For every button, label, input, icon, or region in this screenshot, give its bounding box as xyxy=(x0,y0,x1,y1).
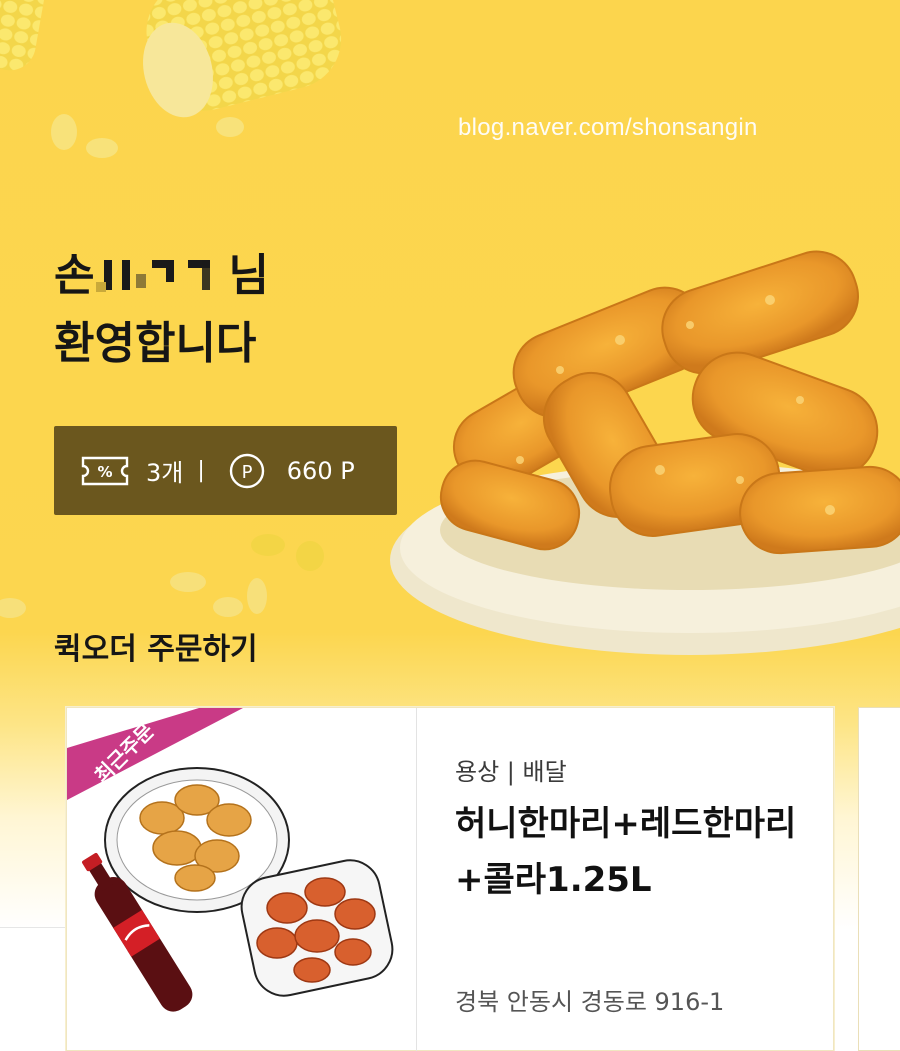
greeting-name-suffix: 님 xyxy=(228,250,269,301)
greeting-name-prefix: 손 xyxy=(54,250,95,301)
svg-text:P: P xyxy=(241,462,252,483)
store-and-type: 용상 | 배달 xyxy=(455,758,567,786)
chicken-cola-image: 최근주문 xyxy=(67,708,394,1012)
next-quick-order-card[interactable] xyxy=(858,707,900,1051)
coupon-point-bar[interactable]: % 3개 | P 660 P xyxy=(54,426,397,515)
greeting-title: 손님 환영합니다 xyxy=(54,242,269,378)
coupon-ticket-icon: % xyxy=(81,456,129,485)
card-divider xyxy=(416,708,417,1051)
greeting-line-1: 손님 xyxy=(54,242,269,310)
menu-image: 최근주문 xyxy=(67,708,416,1051)
coupon-point-separator: | xyxy=(197,458,205,483)
coupon-count: 3개 xyxy=(146,459,184,487)
watermark-text: blog.naver.com/shonsangin xyxy=(458,114,758,141)
greeting-line-2: 환영합니다 xyxy=(54,318,257,369)
chicken-plate-image xyxy=(390,250,900,655)
quick-order-title: 퀵오더 주문하기 xyxy=(54,632,258,667)
menu-name: 허니한마리+레드한마리+콜라1.25L xyxy=(455,804,797,900)
point-amount: 660 P xyxy=(286,456,355,485)
svg-text:%: % xyxy=(97,463,112,481)
delivery-address: 경북 안동시 경동로 916-1 xyxy=(455,988,725,1016)
quick-order-card[interactable]: 최근주문 용상 | 배달 허니한마리+레드한마리+콜라1.25L 경북 안동시 … xyxy=(66,707,834,1051)
point-circle-icon: P xyxy=(229,453,264,488)
divider xyxy=(0,927,66,928)
name-mosaic-redaction xyxy=(96,252,226,296)
